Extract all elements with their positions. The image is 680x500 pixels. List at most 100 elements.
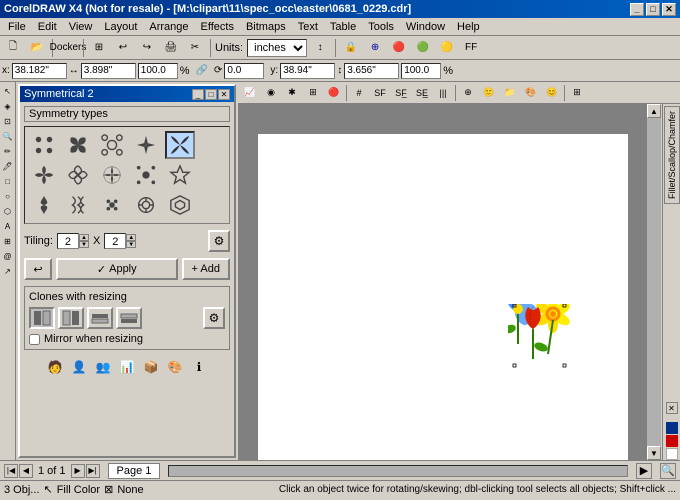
sym-cell-6[interactable] [29, 161, 59, 189]
info-icon[interactable]: ℹ [188, 356, 210, 378]
sym-cell-14[interactable] [131, 191, 161, 219]
eff-btn7[interactable]: SF̲ [391, 84, 411, 102]
eff-btn13[interactable]: 🎨 [521, 84, 541, 102]
sym-cell-2[interactable] [63, 131, 93, 159]
sym-cell-13[interactable] [97, 191, 127, 219]
page-last-button[interactable]: ▶| [86, 464, 100, 478]
person-icon-2[interactable]: 👤 [68, 356, 90, 378]
menu-edit[interactable]: Edit [32, 20, 63, 34]
sym-cell-8[interactable] [97, 161, 127, 189]
tiling-y-arrows[interactable]: ▲ ▼ [126, 234, 136, 248]
scroll-down-button[interactable]: ▼ [647, 446, 661, 460]
tool-zoom[interactable]: 🔍 [1, 129, 15, 143]
color-swatch-red[interactable] [666, 435, 678, 447]
tool-smart[interactable]: 🖊 [1, 159, 15, 173]
tiling-x-spinner[interactable]: 2 ▲ ▼ [57, 233, 89, 249]
sym-cell-4[interactable] [131, 131, 161, 159]
page-prev-button[interactable]: ◀ [19, 464, 33, 478]
menu-layout[interactable]: Layout [98, 20, 143, 34]
clone-btn-2[interactable] [58, 307, 84, 329]
menu-tools[interactable]: Tools [362, 20, 400, 34]
page-tab[interactable]: Page 1 [108, 463, 161, 479]
tb-btn-6[interactable]: ↕ [309, 38, 331, 58]
menu-arrange[interactable]: Arrange [143, 20, 194, 34]
open-button[interactable]: 📂 [26, 38, 48, 58]
tb-btn-7[interactable]: ⊕ [364, 38, 386, 58]
box-icon[interactable]: 📦 [140, 356, 162, 378]
new-button[interactable]: 🗋 [2, 38, 24, 58]
angle-input[interactable] [224, 63, 264, 79]
eff-btn1[interactable]: ◉ [261, 84, 281, 102]
clone-btn-1[interactable] [29, 307, 55, 329]
canvas-container[interactable] [238, 104, 646, 460]
eff-btn2[interactable]: ✱ [282, 84, 302, 102]
color-swatch-blue[interactable] [666, 422, 678, 434]
tb-btn-1[interactable]: ⊞ [88, 38, 110, 58]
sym-cell-11[interactable] [29, 191, 59, 219]
eff-btn6[interactable]: SF [370, 84, 390, 102]
clone-btn-4[interactable] [116, 307, 142, 329]
eff-btn8[interactable]: SE̲ [412, 84, 432, 102]
eff-chart[interactable]: 📈 [240, 84, 260, 102]
minimize-button[interactable]: _ [630, 3, 644, 16]
dockers-button[interactable]: Dockers [57, 38, 79, 58]
eff-btn9[interactable]: ||| [433, 84, 453, 102]
clone-btn-3[interactable] [87, 307, 113, 329]
sym-cell-1[interactable] [29, 131, 59, 159]
width-pct[interactable] [138, 63, 178, 79]
tiling-x-up[interactable]: ▲ [79, 234, 89, 241]
sym-maximize[interactable]: □ [205, 89, 217, 100]
tiling-x-arrows[interactable]: ▲ ▼ [79, 234, 89, 248]
scroll-track-vertical[interactable] [647, 118, 661, 446]
sym-cell-12[interactable] [63, 191, 93, 219]
eff-btn12[interactable]: 📁 [500, 84, 520, 102]
tool-text[interactable]: A [1, 219, 15, 233]
scroll-right-button[interactable]: ▶ [636, 463, 652, 479]
menu-view[interactable]: View [63, 20, 99, 34]
tiling-y-up[interactable]: ▲ [126, 234, 136, 241]
menu-table[interactable]: Table [324, 20, 362, 34]
horizontal-scrollbar[interactable] [168, 465, 628, 477]
sym-close[interactable]: ✕ [218, 89, 230, 100]
apply-button[interactable]: ✓ Apply [56, 258, 178, 280]
eff-btn4[interactable]: 🔴 [324, 84, 344, 102]
tb-btn-10[interactable]: 🟡 [436, 38, 458, 58]
tiling-y-down[interactable]: ▼ [126, 241, 136, 248]
tb-btn-5[interactable]: ✂ [184, 38, 206, 58]
tool-freehand[interactable]: ✏ [1, 144, 15, 158]
clones-settings-button[interactable]: ⚙ [203, 307, 225, 329]
tool-shape[interactable]: ◈ [1, 99, 15, 113]
sym-cell-3[interactable] [97, 131, 127, 159]
close-panel-button[interactable]: ✕ [666, 402, 678, 418]
eff-btn3[interactable]: ⊞ [303, 84, 323, 102]
tool-table[interactable]: ⊞ [1, 234, 15, 248]
tool-poly[interactable]: ⬡ [1, 204, 15, 218]
person-icon-1[interactable]: 🧑 [44, 356, 66, 378]
tool-select[interactable]: ↖ [1, 84, 15, 98]
x-input[interactable] [12, 63, 67, 79]
sym-minimize[interactable]: _ [192, 89, 204, 100]
height-pct[interactable] [401, 63, 441, 79]
canvas-white[interactable] [258, 134, 628, 460]
tb-btn-3[interactable]: ↪ [136, 38, 158, 58]
menu-file[interactable]: File [2, 20, 32, 34]
tool-rect[interactable]: □ [1, 174, 15, 188]
sym-cell-15[interactable] [165, 191, 195, 219]
sym-cell-10[interactable] [165, 161, 195, 189]
tiling-y-spinner[interactable]: 2 ▲ ▼ [104, 233, 136, 249]
tiling-settings-button[interactable]: ⚙ [208, 230, 230, 252]
height-input[interactable] [344, 63, 399, 79]
menu-help[interactable]: Help [451, 20, 486, 34]
y-input[interactable] [280, 63, 335, 79]
eff-btn10[interactable]: ⊕ [458, 84, 478, 102]
tool-spiral[interactable]: @ [1, 249, 15, 263]
mirror-checkbox[interactable] [29, 334, 40, 345]
menu-text[interactable]: Text [292, 20, 324, 34]
person-icon-3[interactable]: 👥 [92, 356, 114, 378]
lock-icon[interactable]: 🔒 [340, 38, 362, 58]
fillet-scallop-label[interactable]: Fillet/Scallop/Chamfer [664, 106, 680, 204]
tb-btn-4[interactable]: 🖨 [160, 38, 182, 58]
maximize-button[interactable]: □ [646, 3, 660, 16]
tool-connector[interactable]: ↗ [1, 264, 15, 278]
menu-effects[interactable]: Effects [195, 20, 240, 34]
